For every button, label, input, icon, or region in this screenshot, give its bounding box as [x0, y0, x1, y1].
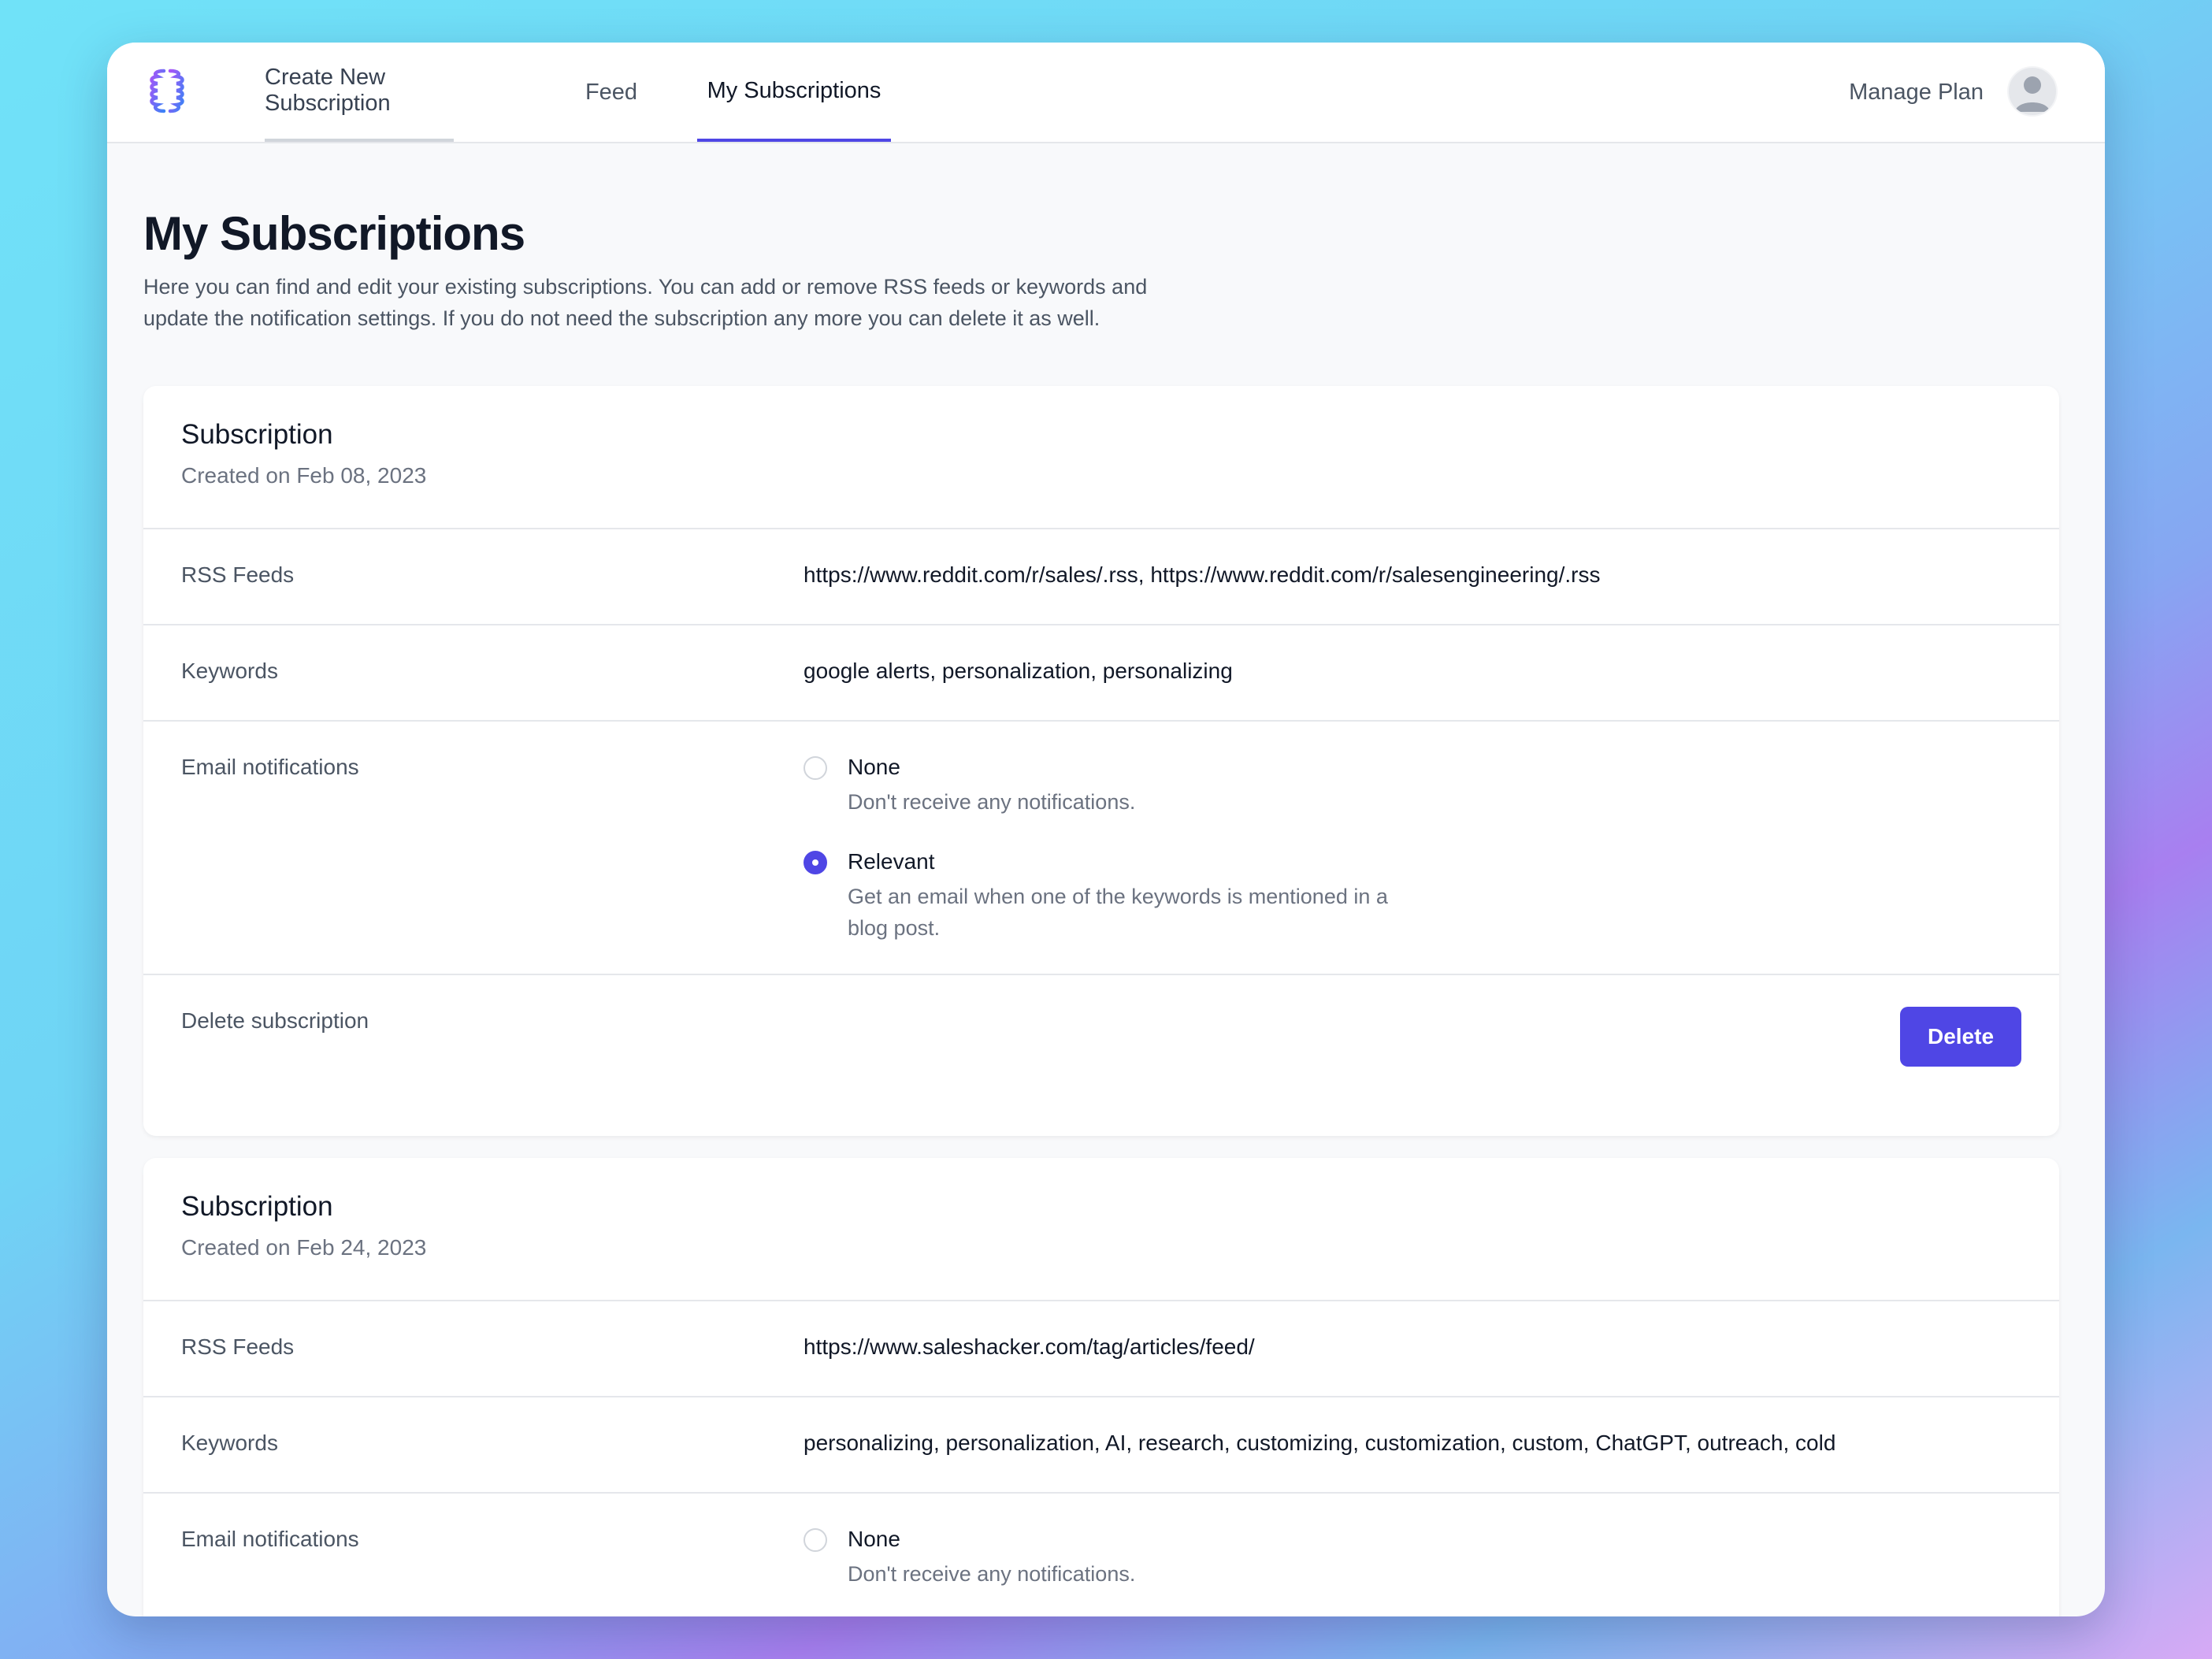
email-notifications-label: Email notifications: [181, 755, 359, 779]
subscription-header: Subscription Created on Feb 08, 2023: [143, 386, 2059, 529]
option-title: None: [848, 1527, 900, 1551]
radio-relevant[interactable]: [804, 851, 827, 874]
tab-create-new-subscription[interactable]: Create New Subscription: [265, 43, 454, 142]
subscription-card: Subscription Created on Feb 08, 2023 RSS…: [143, 386, 2059, 1136]
subscription-title: Subscription: [181, 1191, 333, 1222]
brain-logo-icon[interactable]: [142, 66, 192, 117]
page-description: Here you can find and edit your existing…: [143, 275, 1148, 330]
option-description: Don't receive any notifications.: [848, 1562, 1136, 1586]
keywords-value[interactable]: google alerts, personalization, personal…: [804, 659, 1233, 684]
rss-feeds-label: RSS Feeds: [181, 562, 295, 587]
radio-none[interactable]: [804, 756, 827, 780]
delete-subscription-label: Delete subscription: [181, 1008, 369, 1033]
email-notifications-row: Email notifications None Don't receive a…: [143, 722, 2059, 975]
delete-button[interactable]: Delete: [1900, 1007, 2021, 1067]
subscription-title: Subscription: [181, 419, 333, 450]
subscription-header: Subscription Created on Feb 24, 2023: [143, 1158, 2059, 1301]
keywords-label: Keywords: [181, 1431, 278, 1455]
rss-feeds-label: RSS Feeds: [181, 1334, 295, 1359]
rss-feeds-value[interactable]: https://www.saleshacker.com/tag/articles…: [804, 1334, 1255, 1360]
rss-feeds-row: RSS Feeds https://www.reddit.com/r/sales…: [143, 529, 2059, 625]
rss-feeds-value[interactable]: https://www.reddit.com/r/sales/.rss, htt…: [804, 562, 1600, 588]
page-title: My Subscriptions: [143, 207, 525, 260]
rss-feeds-row: RSS Feeds https://www.saleshacker.com/ta…: [143, 1301, 2059, 1397]
app-window: Create New Subscription Feed My Subscrip…: [107, 43, 2105, 1616]
delete-subscription-row: Delete subscription Delete: [143, 975, 2059, 1100]
radio-none[interactable]: [804, 1528, 827, 1552]
keywords-label: Keywords: [181, 659, 278, 683]
keywords-value[interactable]: personalizing, personalization, AI, rese…: [804, 1431, 1835, 1456]
option-description: Don't receive any notifications.: [848, 790, 1136, 814]
keywords-row: Keywords google alerts, personalization,…: [143, 625, 2059, 722]
option-title: Relevant: [848, 849, 935, 874]
tab-my-subscriptions[interactable]: My Subscriptions: [697, 43, 891, 142]
top-navigation-bar: Create New Subscription Feed My Subscrip…: [107, 43, 2105, 143]
user-avatar-icon[interactable]: [2007, 66, 2058, 117]
keywords-row: Keywords personalizing, personalization,…: [143, 1397, 2059, 1494]
tab-feed[interactable]: Feed: [580, 43, 643, 142]
manage-plan-link[interactable]: Manage Plan: [1849, 43, 1984, 142]
subscription-created-date: Created on Feb 08, 2023: [181, 463, 427, 488]
subscription-created-date: Created on Feb 24, 2023: [181, 1235, 427, 1260]
subscription-card: Subscription Created on Feb 24, 2023 RSS…: [143, 1158, 2059, 1616]
option-description: Get an email when one of the keywords is…: [848, 885, 1388, 940]
email-notifications-label: Email notifications: [181, 1527, 359, 1551]
option-title: None: [848, 755, 900, 779]
email-notifications-row: Email notifications None Don't receive a…: [143, 1494, 2059, 1616]
